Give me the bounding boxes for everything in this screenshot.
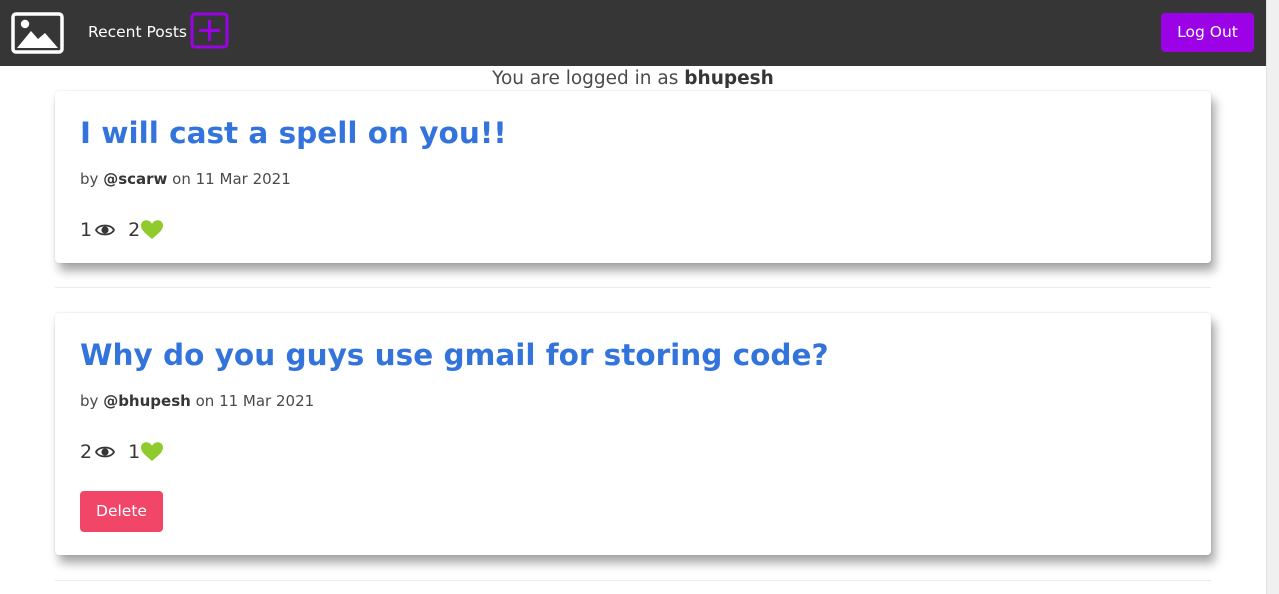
eye-icon: [95, 446, 116, 458]
byline-on: on: [172, 170, 191, 188]
login-status: You are logged in as bhupesh: [0, 68, 1266, 90]
post-title[interactable]: I will cast a spell on you!!: [80, 115, 507, 151]
heart-icon[interactable]: [140, 441, 164, 463]
like-count: 1: [128, 441, 141, 463]
like-count: 2: [128, 219, 141, 241]
logout-button[interactable]: Log Out: [1161, 13, 1254, 52]
post-author: @bhupesh: [103, 392, 191, 410]
image-icon[interactable]: [11, 12, 64, 54]
byline-on: on: [195, 392, 215, 410]
view-count: 1: [80, 219, 93, 241]
login-status-prefix: You are logged in as: [492, 68, 679, 89]
scrollbar[interactable]: [1266, 0, 1279, 594]
heart-icon[interactable]: [140, 219, 164, 241]
divider: [55, 580, 1211, 581]
divider: [55, 287, 1211, 288]
post-byline: by @bhupesh on 11 Mar 2021: [80, 391, 314, 411]
post-stats: 1 2: [80, 217, 164, 243]
post-date: 11 Mar 2021: [219, 392, 315, 410]
plus-square-icon[interactable]: [190, 12, 229, 49]
post-title[interactable]: Why do you guys use gmail for storing co…: [80, 337, 829, 373]
post-author: @scarw: [103, 170, 168, 188]
delete-post-button[interactable]: Delete: [80, 491, 163, 532]
post-date: 11 Mar 2021: [195, 170, 291, 188]
post-byline: by @scarw on 11 Mar 2021: [80, 169, 291, 189]
byline-by: by: [80, 392, 99, 410]
view-count: 2: [80, 441, 93, 463]
login-username: bhupesh: [684, 68, 774, 89]
byline-by: by: [80, 170, 99, 188]
post-stats: 2 1: [80, 439, 164, 465]
post-card: Why do you guys use gmail for storing co…: [55, 313, 1211, 555]
eye-icon: [95, 224, 116, 236]
recent-posts-link[interactable]: Recent Posts: [88, 22, 187, 42]
post-card: I will cast a spell on you!! by @scarw o…: [55, 91, 1211, 263]
navbar: Recent Posts Log Out: [0, 0, 1266, 66]
